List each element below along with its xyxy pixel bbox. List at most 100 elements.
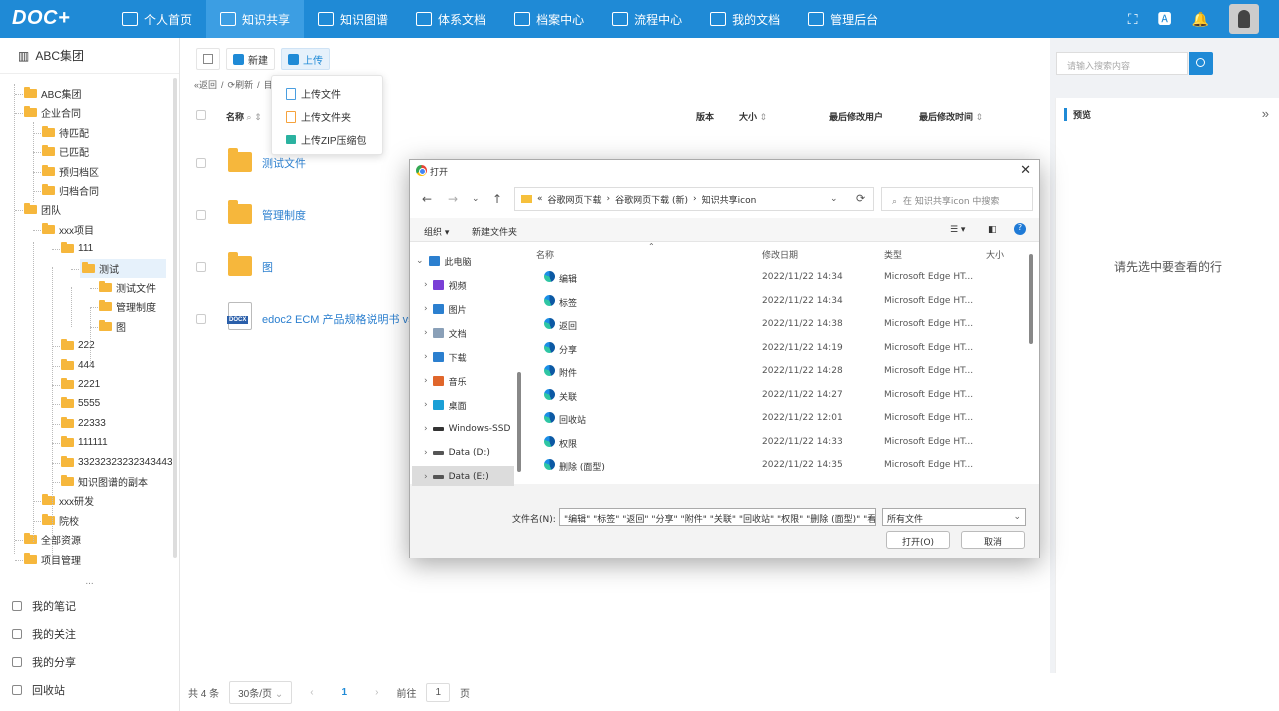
row-checkbox[interactable] <box>196 210 206 220</box>
tree-node[interactable]: 测试文件 <box>99 278 156 297</box>
new-folder-button[interactable]: 新建文件夹 <box>472 225 517 238</box>
tree-node[interactable]: 已匹配 <box>42 142 89 161</box>
tree-node[interactable]: xxx项目 <box>42 220 94 239</box>
search-input[interactable]: 请输入搜索内容 <box>1056 52 1188 75</box>
row-checkbox[interactable] <box>196 262 206 272</box>
nav-item[interactable]: 流程中心 <box>598 0 696 38</box>
org-selector[interactable]: ▥ ABC集团 <box>0 38 179 74</box>
tree-node[interactable]: 5555 <box>61 394 100 413</box>
tree-node[interactable]: 知识图谱的副本 <box>61 472 148 491</box>
tree-node[interactable]: 归档合同 <box>42 181 99 200</box>
dialog-search-input[interactable]: ⌕ 在 知识共享icon 中搜索 <box>881 187 1033 211</box>
file-row[interactable]: 编辑 2022/11/22 14:34 Microsoft Edge HT... <box>526 266 1026 289</box>
upload-menu-item[interactable]: 上传文件夹 <box>272 105 382 128</box>
sidebar-menu-item[interactable]: 回收站 <box>0 676 179 704</box>
close-icon[interactable]: ✕ <box>1020 163 1031 178</box>
nav-pane-item[interactable]: › 图片 <box>424 298 467 320</box>
avatar[interactable] <box>1229 4 1259 34</box>
expand-chevron-icon[interactable]: › <box>424 376 428 386</box>
tree-node[interactable]: 22333 <box>61 414 106 433</box>
page-size-select[interactable]: 30条/页 ⌄ <box>229 680 293 704</box>
file-row[interactable]: 关联 2022/11/22 14:27 Microsoft Edge HT... <box>526 384 1026 407</box>
prev-page-button[interactable]: ‹ <box>302 687 321 698</box>
filetype-select[interactable]: 所有文件 ⌄ <box>882 508 1026 526</box>
tree-node[interactable]: 企业合同 <box>24 103 81 122</box>
nav-pane-item[interactable]: › Windows-SSD <box>424 418 510 440</box>
file-row[interactable]: 返回 2022/11/22 14:38 Microsoft Edge HT... <box>526 313 1026 336</box>
nav-pane-item[interactable]: › 文档 <box>424 322 467 344</box>
row-checkbox[interactable] <box>196 158 206 168</box>
nav-pane-scrollbar[interactable] <box>517 372 521 472</box>
breadcrumb-item[interactable]: «返回 <box>194 80 217 90</box>
col-modifier[interactable]: 最后修改用户 <box>829 110 883 123</box>
col-version[interactable]: 版本 <box>696 110 714 123</box>
file-row[interactable]: 回收站 2022/11/22 12:01 Microsoft Edge HT... <box>526 407 1026 430</box>
tree-node[interactable]: 待匹配 <box>42 123 89 142</box>
sidebar-menu-item[interactable]: 我的分享 <box>0 648 179 676</box>
nav-pane-item[interactable]: › 音乐 <box>424 370 467 392</box>
row-name[interactable]: 测试文件 <box>262 155 306 171</box>
upload-button[interactable]: 上传 <box>281 48 330 70</box>
path-input[interactable]: « 谷歌网页下载 › 谷歌网页下载 (新) › 知识共享icon <box>514 187 874 211</box>
logo[interactable]: DOC+ <box>12 7 70 30</box>
nav-item[interactable]: 档案中心 <box>500 0 598 38</box>
col-name[interactable]: 名称 ⌕ ⇕ <box>226 110 262 123</box>
nav-item[interactable]: 知识图谱 <box>304 0 402 38</box>
expand-chevron-icon[interactable]: ⌄ <box>416 256 424 266</box>
col-file-date[interactable]: 修改日期 <box>762 248 798 261</box>
recent-dropdown-icon[interactable]: ⌄ <box>472 194 480 204</box>
expand-chevron-icon[interactable]: › <box>424 352 428 362</box>
upload-menu-item[interactable]: 上传ZIP压缩包 <box>272 128 382 151</box>
upload-menu-item[interactable]: 上传文件 <box>272 82 382 105</box>
tree-node[interactable]: xxx研发 <box>42 491 94 510</box>
nav-pane-item[interactable]: › Data (E:) <box>412 466 514 488</box>
tree-node[interactable]: 团队 <box>24 200 61 219</box>
expand-chevron-icon[interactable]: › <box>424 472 428 482</box>
file-row[interactable]: 标签 2022/11/22 14:34 Microsoft Edge HT... <box>526 290 1026 313</box>
select-all-checkbox[interactable] <box>196 110 206 120</box>
next-page-button[interactable]: › <box>367 687 386 698</box>
toggle-sidebar-button[interactable] <box>196 48 220 70</box>
nav-item[interactable]: 我的文档 <box>696 0 794 38</box>
goto-input[interactable]: 1 <box>426 682 451 702</box>
translate-icon[interactable]: 🅰 <box>1158 9 1172 29</box>
nav-item[interactable]: 个人首页 <box>108 0 206 38</box>
expand-chevron-icon[interactable]: › <box>424 424 428 434</box>
expand-chevron-icon[interactable]: › <box>424 448 428 458</box>
file-list-vscroll[interactable] <box>1029 254 1033 344</box>
tree-node[interactable]: 2221 <box>61 375 100 394</box>
file-row[interactable]: 附件 2022/11/22 14:28 Microsoft Edge HT... <box>526 360 1026 383</box>
open-button[interactable]: 打开(O) <box>886 531 950 549</box>
col-size[interactable]: 大小 ⇕ <box>739 110 767 123</box>
filename-input[interactable]: "编辑" "标签" "返回" "分享" "附件" "关联" "回收站" "权限"… <box>559 508 876 526</box>
tree-node[interactable]: 图 <box>99 317 126 336</box>
organize-button[interactable]: 组织 ▾ <box>424 225 449 238</box>
nav-item[interactable]: 管理后台 <box>794 0 892 38</box>
nav-pane-item[interactable]: › Data (D:) <box>424 442 490 464</box>
up-arrow-icon[interactable]: ↑ <box>492 192 502 206</box>
nav-pane-item[interactable]: ⌄ 此电脑 <box>416 250 472 272</box>
nav-pane-item[interactable]: › 桌面 <box>424 394 467 416</box>
tree-node[interactable]: 111111 <box>61 433 108 452</box>
forward-arrow-icon[interactable]: → <box>448 192 458 206</box>
search-button[interactable] <box>1189 52 1213 75</box>
tree-node[interactable]: 院校 <box>42 511 79 530</box>
col-file-type[interactable]: 类型 <box>884 248 902 261</box>
nav-item[interactable]: 知识共享 <box>206 0 305 38</box>
tree-node[interactable]: ABC集团 <box>24 84 82 103</box>
fullscreen-icon[interactable]: ⛶ <box>1128 11 1138 28</box>
refresh-icon[interactable]: ⟳ <box>856 192 865 205</box>
breadcrumb-item[interactable]: ⟳刷新 <box>228 80 254 90</box>
help-icon[interactable]: ? <box>1014 223 1026 235</box>
path-dropdown-icon[interactable]: ⌄ <box>830 194 838 204</box>
expand-chevron-icon[interactable]: › <box>424 328 428 338</box>
collapse-preview-icon[interactable]: » <box>1262 106 1269 121</box>
file-row[interactable]: 删除 (面型) 2022/11/22 14:35 Microsoft Edge HT… <box>526 454 1026 477</box>
tree-node[interactable]: 预归档区 <box>42 162 99 181</box>
row-name[interactable]: 管理制度 <box>262 207 306 223</box>
bell-icon[interactable]: 🔔 <box>1192 11 1209 28</box>
file-row[interactable]: 权限 2022/11/22 14:33 Microsoft Edge HT... <box>526 431 1026 454</box>
file-row[interactable]: 分享 2022/11/22 14:19 Microsoft Edge HT... <box>526 337 1026 360</box>
nav-pane-item[interactable]: › 下载 <box>424 346 467 368</box>
col-modified[interactable]: 最后修改时间 ⇕ <box>919 110 983 123</box>
